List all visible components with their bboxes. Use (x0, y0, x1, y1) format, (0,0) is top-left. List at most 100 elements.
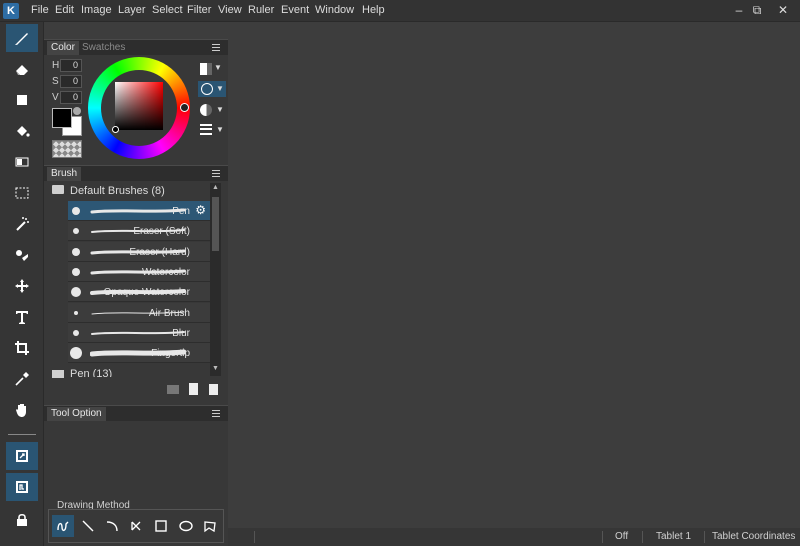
transparent-color-swatch[interactable] (52, 140, 82, 158)
menu-edit[interactable]: Edit (55, 4, 74, 16)
tab-tool-option[interactable]: Tool Option (47, 407, 106, 421)
polygon-method-icon[interactable] (199, 515, 221, 537)
polyline-method-icon[interactable] (125, 515, 147, 537)
close-button[interactable]: ✕ (774, 2, 792, 18)
line-method-icon[interactable] (77, 515, 99, 537)
menu-select[interactable]: Select (152, 4, 183, 16)
tab-color[interactable]: Color (47, 41, 79, 55)
brush-item[interactable]: Blur (68, 322, 210, 343)
layer-mode-icon[interactable] (6, 473, 38, 501)
brush-size-dot (73, 329, 79, 336)
hue-input[interactable]: 0 (60, 59, 82, 72)
menu-window[interactable]: Window (315, 4, 354, 16)
menu-filter[interactable]: Filter (187, 4, 211, 16)
color-square-mode-icon[interactable] (200, 63, 212, 75)
text-icon[interactable] (6, 303, 38, 331)
hue-picker-handle[interactable] (180, 103, 189, 112)
menu-ruler[interactable]: Ruler (248, 4, 274, 16)
sv-picker-handle[interactable] (112, 126, 119, 133)
brush-size-dot (72, 247, 80, 256)
tool-option-menu-icon[interactable] (212, 410, 220, 417)
brush-item[interactable]: Opaque Watercolor (68, 282, 210, 303)
tab-swatches[interactable]: Swatches (78, 41, 129, 55)
brush-name: Watercolor (142, 266, 190, 278)
rectangle-method-icon[interactable] (150, 515, 172, 537)
minimize-button[interactable]: – (730, 2, 748, 18)
menu-layer[interactable]: Layer (118, 4, 146, 16)
chevron-down-icon[interactable]: ▼ (216, 125, 224, 134)
brush-item[interactable]: Watercolor (68, 261, 210, 282)
status-tablet-coordinates[interactable]: Tablet Coordinates (712, 531, 795, 542)
rectangle-fill-icon[interactable] (6, 86, 38, 114)
brush-item[interactable]: Eraser (Hard) (68, 241, 210, 262)
scroll-down-icon[interactable]: ▼ (212, 365, 219, 372)
hue-label: H (52, 60, 60, 71)
magic-wand-icon[interactable] (6, 210, 38, 238)
status-separator (704, 531, 705, 543)
brush-name: Air Brush (148, 307, 190, 319)
new-folder-icon[interactable] (167, 385, 179, 394)
freehand-method-icon[interactable] (52, 515, 74, 537)
crop-icon[interactable] (6, 334, 38, 362)
gradient-icon[interactable] (6, 148, 38, 176)
chevron-down-icon[interactable]: ▼ (216, 105, 224, 114)
folder-icon (52, 370, 64, 378)
status-off[interactable]: Off (615, 531, 628, 542)
brush-item[interactable]: Eraser (Soft) (68, 221, 210, 242)
brush-group-title-next[interactable]: Pen (13) (70, 369, 112, 377)
eyedropper-icon[interactable] (6, 365, 38, 393)
folder-open-icon (52, 185, 64, 194)
chevron-down-icon[interactable]: ▼ (214, 63, 222, 72)
value-label: V (52, 92, 59, 103)
brush-panel-header: Brush (44, 165, 228, 181)
brush-item[interactable]: Pen ⚙ (68, 201, 210, 221)
brush-name: Opaque Watercolor (103, 287, 190, 299)
tool-option-header: Tool Option (44, 405, 228, 421)
restore-button[interactable]: ⧉ (748, 2, 766, 18)
select-pen-icon[interactable] (6, 241, 38, 269)
brush-settings-gear-icon[interactable]: ⚙ (195, 203, 206, 217)
scroll-up-icon[interactable]: ▲ (212, 184, 219, 191)
foreground-color-swatch[interactable] (52, 108, 72, 128)
saturation-input[interactable]: 0 (60, 75, 82, 88)
brush-panel-menu-icon[interactable] (212, 170, 220, 177)
scroll-thumb[interactable] (212, 197, 219, 251)
bucket-fill-icon[interactable] (6, 117, 38, 145)
swap-colors-icon[interactable] (73, 107, 81, 115)
status-separator (254, 531, 255, 543)
menu-view[interactable]: View (218, 4, 242, 16)
menu-image[interactable]: Image (81, 4, 112, 16)
menu-bar: K File Edit Image Layer Select Filter Vi… (0, 0, 800, 22)
status-tablet[interactable]: Tablet 1 (656, 531, 691, 542)
tab-brush[interactable]: Brush (47, 167, 82, 181)
brush-group-title[interactable]: Default Brushes (8) (70, 185, 165, 197)
color-panel-menu-icon[interactable] (212, 44, 220, 51)
brush-item[interactable]: Fingertip (68, 343, 210, 364)
brush-scrollbar[interactable]: ▲ ▼ (210, 183, 221, 376)
new-brush-icon[interactable] (189, 383, 198, 395)
ellipse-method-icon[interactable] (175, 515, 197, 537)
saturation-label: S (52, 76, 59, 87)
wheel-mode-icon (201, 83, 213, 95)
tool-bar (0, 22, 44, 546)
menu-event[interactable]: Event (281, 4, 309, 16)
selection-icon[interactable] (6, 179, 38, 207)
curve-method-icon[interactable] (101, 515, 123, 537)
color-circle-mode-icon[interactable] (200, 104, 212, 116)
color-mode-icon[interactable] (6, 442, 38, 470)
app-logo-icon[interactable]: K (3, 3, 19, 19)
move-icon[interactable] (6, 272, 38, 300)
brush-item[interactable]: Air Brush (68, 302, 210, 323)
menu-help[interactable]: Help (362, 4, 385, 16)
hand-icon[interactable] (6, 396, 38, 424)
lock-icon[interactable] (6, 506, 38, 534)
brush-name: Pen (172, 206, 190, 217)
saturation-value-square[interactable] (115, 82, 163, 130)
delete-brush-icon[interactable] (209, 384, 218, 395)
brush-size-dot (74, 310, 78, 315)
value-input[interactable]: 0 (60, 91, 82, 104)
canvas-area[interactable] (229, 22, 800, 528)
brush-icon[interactable] (6, 24, 38, 52)
menu-file[interactable]: File (31, 4, 49, 16)
eraser-icon[interactable] (6, 55, 38, 83)
